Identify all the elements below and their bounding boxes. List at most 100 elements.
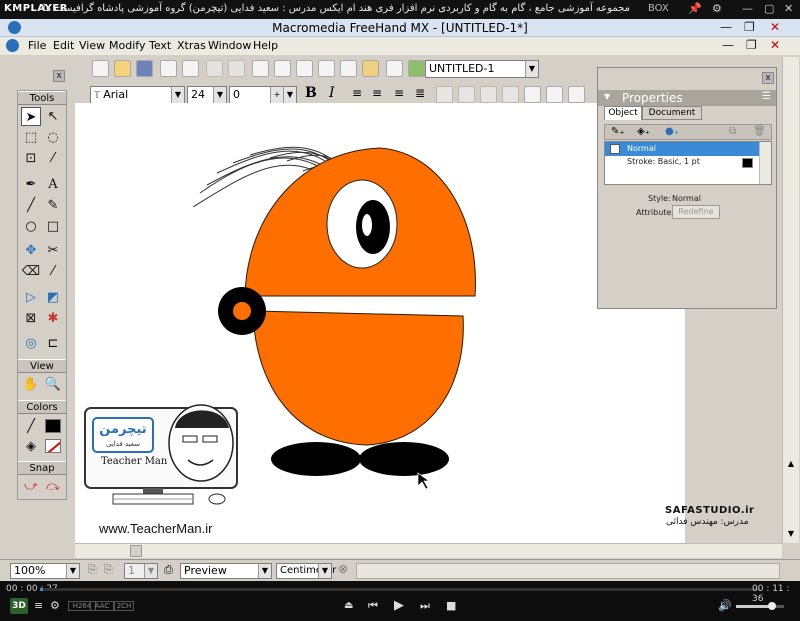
align-center-icon[interactable]: ≡ [372, 86, 382, 100]
chevron-down-icon[interactable]: ▼ [66, 564, 79, 578]
new-icon[interactable] [92, 60, 109, 77]
text-tool[interactable]: A [43, 175, 63, 194]
ellipse-tool[interactable]: ○ [21, 217, 41, 236]
player-settings-icon[interactable]: ⚙ [50, 599, 60, 612]
blend-tool[interactable]: ◎ [21, 334, 41, 353]
spelling-icon[interactable] [546, 86, 563, 103]
text-effect-icon[interactable] [436, 86, 453, 103]
align-left-icon[interactable]: ≡ [352, 86, 362, 100]
settings-icon[interactable]: ⚙ [712, 2, 722, 15]
previous-page-icon[interactable]: ⎘ [88, 563, 97, 577]
import-icon[interactable] [160, 60, 177, 77]
font-select[interactable]: 𝕋 Arial ▼ [90, 86, 185, 104]
convert-to-paths-icon[interactable] [502, 86, 519, 103]
open-icon[interactable] [114, 60, 131, 77]
document-icon[interactable] [6, 39, 19, 52]
next-icon[interactable]: ⏭ [420, 599, 430, 613]
brush-tool[interactable]: ⁄ [43, 262, 63, 281]
zoom-select[interactable]: 100% ▼ [10, 563, 80, 579]
layers-icon[interactable] [340, 60, 357, 77]
tab-document[interactable]: Document [642, 106, 702, 120]
toolbox-close-button[interactable]: x [53, 70, 65, 82]
swatches-icon[interactable] [386, 60, 403, 77]
close-icon[interactable]: ✕ [784, 2, 793, 15]
chevron-down-icon[interactable]: ▼ [258, 564, 271, 578]
chevron-down-icon[interactable]: ▼ [213, 87, 226, 103]
list-item-normal[interactable]: Normal [605, 142, 759, 156]
chevron-down-icon[interactable]: ▼ [144, 564, 157, 578]
lock-icon[interactable] [206, 60, 223, 77]
library-icon[interactable] [318, 60, 335, 77]
chevron-down-icon[interactable]: ▼ [171, 87, 184, 103]
app-restore-icon[interactable]: ❐ [744, 20, 755, 34]
doc-minimize-icon[interactable]: — [722, 38, 734, 52]
volume-icon[interactable]: 🔊 [718, 599, 732, 612]
page-tool[interactable]: ⬚ [21, 128, 41, 147]
snap-to-point-icon[interactable]: ⤻ [21, 477, 41, 496]
previous-icon[interactable]: ⏮ [368, 599, 378, 613]
list-item-stroke[interactable]: Stroke: Basic, 1 pt [627, 157, 700, 166]
volume-knob[interactable] [768, 602, 776, 610]
knife-tool[interactable]: ✂ [43, 241, 63, 260]
rectangle-tool[interactable]: □ [43, 217, 63, 236]
line-tool[interactable]: ╱ [21, 196, 41, 215]
align-icon[interactable] [274, 60, 291, 77]
horizontal-scroll-thumb[interactable] [130, 545, 142, 557]
document-select[interactable]: UNTITLED-1 ▼ [425, 60, 539, 78]
eraser-tool[interactable]: ⌫ [21, 262, 41, 281]
hand-icon[interactable]: ✋ [21, 375, 41, 394]
view-mode-select[interactable]: Preview ▼ [180, 563, 272, 579]
color-mixer-icon[interactable] [362, 60, 379, 77]
minimize-icon[interactable]: — [742, 2, 753, 15]
stroke-swatch[interactable] [742, 158, 753, 168]
text-editor-icon[interactable] [524, 86, 541, 103]
align-right-icon[interactable]: ≡ [394, 86, 404, 100]
stroke-color-swatch[interactable] [45, 419, 61, 433]
add-fill-icon[interactable]: ◈₊ [637, 126, 650, 137]
play-icon[interactable]: ▶ [394, 598, 404, 613]
units-select[interactable]: Centimeter ▼ [276, 563, 336, 579]
list-scrollbar[interactable] [759, 142, 771, 184]
chevron-down-icon[interactable]: ▼ [283, 87, 296, 103]
pencil-tool[interactable]: ✎ [43, 196, 63, 215]
menu-view[interactable]: View [79, 39, 105, 52]
seek-bar[interactable] [40, 588, 760, 591]
tracking-field[interactable]: 0 + ▼ [229, 86, 297, 104]
menu-icon[interactable]: ≡ [34, 599, 43, 612]
app-minimize-icon[interactable]: — [720, 20, 732, 34]
properties-header[interactable]: ▼ Properties ☰ [598, 90, 776, 106]
scroll-down-icon[interactable]: ▼ [785, 529, 797, 543]
cancel-icon[interactable]: ⊗ [338, 562, 348, 576]
save-icon[interactable] [136, 60, 153, 77]
page-select[interactable]: 1 ▼ [124, 563, 158, 579]
fisheye-tool[interactable]: ▷ [21, 288, 41, 307]
menu-modify[interactable]: Modify [109, 39, 145, 52]
box-button[interactable]: BOX [648, 3, 669, 14]
export-icon[interactable] [182, 60, 199, 77]
collapse-icon[interactable]: ▼ [604, 92, 610, 101]
fill-color-icon[interactable]: ◈ [21, 437, 41, 456]
transform-icon[interactable] [296, 60, 313, 77]
add-effect-icon[interactable]: ●₊ [665, 126, 679, 137]
reflect-tool[interactable]: ◩ [43, 288, 63, 307]
eject-icon[interactable]: ⏏ [344, 600, 353, 611]
columns-icon[interactable] [568, 86, 585, 103]
justify-icon[interactable]: ≣ [415, 86, 425, 100]
font-size-select[interactable]: 24 ▼ [187, 86, 227, 104]
scroll-up-icon[interactable]: ▲ [785, 459, 797, 473]
subselect-tool[interactable]: ↖ [43, 107, 63, 126]
mirror-tool[interactable]: ⊠ [21, 309, 41, 328]
attach-to-path-icon[interactable] [458, 86, 475, 103]
group-icon[interactable] [252, 60, 269, 77]
menu-file[interactable]: File [28, 39, 46, 52]
increment-icon[interactable]: + [270, 87, 283, 103]
stop-icon[interactable]: ■ [446, 599, 456, 612]
chevron-down-icon[interactable]: ▼ [525, 61, 538, 77]
trash-icon[interactable]: 🗑 [753, 126, 766, 137]
italic-button[interactable]: I [329, 85, 335, 101]
panel-options-icon[interactable]: ☰ [762, 91, 771, 102]
doc-restore-icon[interactable]: ❐ [746, 38, 757, 52]
graphic-hose-tool[interactable]: ✱ [43, 309, 63, 328]
menu-edit[interactable]: Edit [53, 39, 74, 52]
doc-close-icon[interactable]: ✕ [770, 38, 780, 52]
